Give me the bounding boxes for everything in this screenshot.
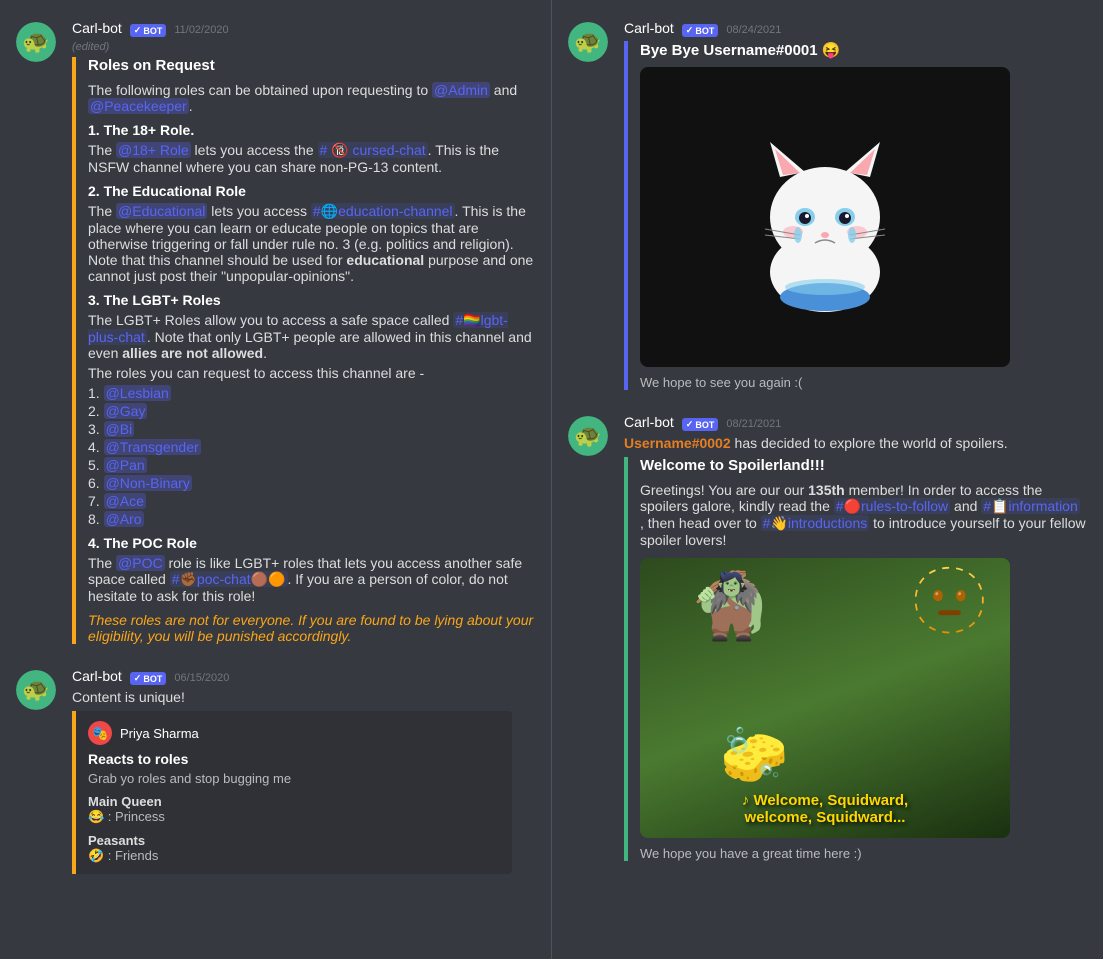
message-group-1: 🐢 Carl-bot ✓ BOT 11/02/2020 (edited) Rol… [0,16,551,648]
right-message-1: 🐢 Carl-bot ✓ BOT 08/24/2021 Bye Bye User… [552,16,1103,394]
channel-rules: #🔴rules-to-follow [834,498,950,514]
embed-field-1: Main Queen 😂 : Princess [88,794,500,825]
right-message-2: 🐢 Carl-bot ✓ BOT 08/21/2021 Username#000… [552,410,1103,865]
check-icon-1: ✓ [134,25,142,36]
mention-poc: @POC [116,555,165,571]
right-message-content-2: Carl-bot ✓ BOT 08/21/2021 Username#0002 … [624,414,1087,861]
list-item-6: 6. @Non-Binary [88,475,535,491]
cat-svg [725,117,925,317]
roles-intro: The following roles can be obtained upon… [88,82,535,114]
roles-title: Roles on Request [88,57,535,74]
message-content-2: Carl-bot ✓ BOT 06/15/2020 Content is uni… [72,668,535,874]
lgbt-list: 1. @Lesbian 2. @Gay 3. @Bi 4. @Transgend… [88,385,535,527]
right-bot-badge-2: ✓ BOT [682,418,719,431]
embed-author-name: Priya Sharma [120,726,199,741]
section-poc-text: The @POC role is like LGBT+ roles that l… [88,555,535,604]
bye-bye-title: Bye Bye Username#0001 😝 [640,41,1087,59]
bye-bye-embed: Bye Bye Username#0001 😝 [624,41,1087,390]
roles-embed: Roles on Request The following roles can… [72,57,535,644]
spongebob-image: 🧌 🫥 🧽 ♪ Welcome, Squidward, welcome, Squ… [640,558,1010,838]
timestamp-1: 11/02/2020 [174,24,228,36]
right-message-header-1: Carl-bot ✓ BOT 08/24/2021 [624,20,1087,37]
message-header-1: Carl-bot ✓ BOT 11/02/2020 [72,20,535,37]
embed-field-value-2: 🤣 : Friends [88,848,500,864]
section-18-text: The @18+ Role lets you access the # 🔞 cu… [88,142,535,175]
edited-label: (edited) [72,41,535,53]
list-item-3: 3. @Bi [88,421,535,437]
member-count: 135th [808,482,845,498]
right-username-1: Carl-bot [624,20,674,36]
right-timestamp-1: 08/24/2021 [726,24,781,36]
spoilerland-embed: Welcome to Spoilerland!!! Greetings! You… [624,457,1087,861]
channel-lgbt: #🏳️‍🌈lgbt-plus-chat [88,312,508,345]
section-poc-heading: 4. The POC Role [88,535,535,551]
list-item-8: 8. @Aro [88,511,535,527]
section-lgbt-text: The LGBT+ Roles allow you to access a sa… [88,312,535,361]
spoilerland-text: Greetings! You are our our 135th member!… [640,482,1087,548]
embed-2: 🎭 Priya Sharma Reacts to roles Grab yo r… [72,711,512,874]
channel-poc: #✊🏾poc-chat🟤🟠 [170,571,288,587]
list-item-5: 5. @Pan [88,457,535,473]
bot-badge-2: ✓ BOT [130,672,167,685]
avatar-carlbot-2: 🐢 [16,670,56,710]
right-timestamp-2: 08/21/2021 [726,418,781,430]
mention-educational: @Educational [116,203,207,219]
bot-badge-1: ✓ BOT [130,24,167,37]
mention-admin: @Admin [432,82,490,98]
message-group-2: 🐢 Carl-bot ✓ BOT 06/15/2020 Content is u… [0,664,551,878]
spongebob-caption-text: ♪ Welcome, Squidward, welcome, Squidward… [742,792,908,826]
embed-author: 🎭 Priya Sharma [88,721,500,745]
channel-edu: #🌐education-channel [311,203,455,219]
username-2: Carl-bot [72,668,122,684]
message-header-2: Carl-bot ✓ BOT 06/15/2020 [72,668,535,685]
channel-cursed: # 🔞 cursed-chat [318,142,428,158]
embed-field-name-1: Main Queen [88,794,500,809]
embed-title: Reacts to roles [88,751,500,767]
list-item-4: 4. @Transgender [88,439,535,455]
section-edu-heading: 2. The Educational Role [88,183,535,199]
content-unique-text: Content is unique! [72,689,535,705]
avatar-carlbot-right-2: 🐢 [568,416,608,456]
spoiler-username: Username#0002 [624,435,731,451]
left-panel: 🐢 Carl-bot ✓ BOT 11/02/2020 (edited) Rol… [0,0,551,959]
embed-author-avatar: 🎭 [88,721,112,745]
list-item-7: 7. @Ace [88,493,535,509]
section-18-heading: 1. The 18+ Role. [88,122,535,138]
right-message-content-1: Carl-bot ✓ BOT 08/24/2021 Bye Bye Userna… [624,20,1087,390]
username-1: Carl-bot [72,20,122,36]
squidward-char: 🫥 [909,563,990,639]
patrick-char: 🧌 [690,568,771,644]
channel-info: #📋information [981,498,1079,514]
embed-desc: Grab yo roles and stop bugging me [88,771,500,786]
mention-peacekeeper: @Peacekeeper [88,98,189,114]
right-message-header-2: Carl-bot ✓ BOT 08/21/2021 [624,414,1087,431]
spongebob-char: 🧽 [720,723,788,788]
embed-field-name-2: Peasants [88,833,500,848]
embed-field-value-1: 😂 : Princess [88,809,500,825]
right-panel: 🐢 Carl-bot ✓ BOT 08/24/2021 Bye Bye User… [552,0,1103,959]
section-edu-text: The @Educational lets you access #🌐educa… [88,203,535,284]
lgbt-list-intro: The roles you can request to access this… [88,365,535,381]
message-content-1: Carl-bot ✓ BOT 11/02/2020 (edited) Roles… [72,20,535,644]
spoiler-suffix: has decided to explore the world of spoi… [735,435,1008,451]
spoilerland-caption: We hope you have a great time here :) [640,846,1087,861]
right-username-2: Carl-bot [624,414,674,430]
spoilerland-title: Welcome to Spoilerland!!! [640,457,1087,474]
list-item-1: 1. @Lesbian [88,385,535,401]
channel-intro: #👋introductions [761,515,870,531]
bye-bye-caption: We hope to see you again :( [640,375,1087,390]
warning-text: These roles are not for everyone. If you… [88,612,535,644]
list-item-2: 2. @Gay [88,403,535,419]
section-lgbt-heading: 3. The LGBT+ Roles [88,292,535,308]
timestamp-2: 06/15/2020 [174,672,229,684]
spoiler-announcement: Username#0002 has decided to explore the… [624,435,1087,451]
avatar-carlbot-right-1: 🐢 [568,22,608,62]
right-bot-badge-1: ✓ BOT [682,24,719,37]
embed-field-2: Peasants 🤣 : Friends [88,833,500,864]
mention-18role: @18+ Role [116,142,191,158]
cat-image [640,67,1010,367]
avatar-carlbot-1: 🐢 [16,22,56,62]
